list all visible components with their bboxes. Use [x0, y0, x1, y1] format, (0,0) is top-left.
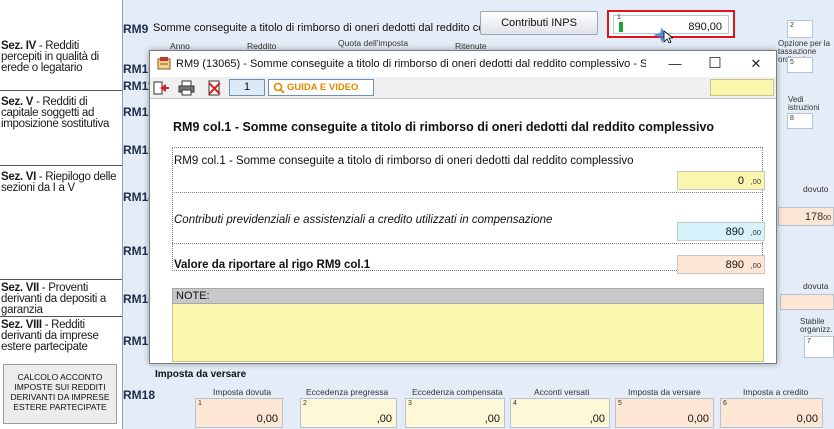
- dialog-body: RM9 col.1 - Somme conseguite a titolo di…: [150, 100, 776, 363]
- close-button[interactable]: ✕: [736, 51, 776, 77]
- field-value: ,00: [589, 413, 605, 425]
- app-window-icon: [157, 57, 171, 70]
- note-textarea[interactable]: [172, 304, 764, 362]
- section-iv-label: Sez. IV - Redditi percepiti in qualità d…: [1, 40, 99, 74]
- rm9-dialog: RM9 (13065) - Somme conseguite a titolo …: [149, 50, 777, 364]
- field-value: 0,00: [687, 413, 709, 425]
- row-code-rm9: RM9: [123, 22, 149, 36]
- field-number: 2: [790, 22, 794, 29]
- guida-label: GUIDA E VIDEO: [287, 82, 359, 93]
- rm18-label-imposta-da-versare: Imposta da versare: [628, 387, 701, 397]
- rm14-value: 178: [804, 211, 824, 223]
- dovuto-label: dovuto: [803, 184, 829, 194]
- vedi-istruzioni-label: Vedi istruzioni: [788, 95, 820, 112]
- rm18-acconti-versati-field[interactable]: 4,00: [510, 398, 610, 428]
- dovuta-label: dovuta: [803, 281, 829, 291]
- rm9-col2-field[interactable]: 2: [787, 20, 813, 38]
- rm18-imposta-da-versare-field[interactable]: 5 0,00: [615, 398, 714, 428]
- delete-page-icon[interactable]: [206, 80, 223, 96]
- field-number: 4: [513, 400, 517, 407]
- dialog-toolbar: 1 GUIDA E VIDEO: [150, 77, 776, 99]
- rm14-decimals: 00: [823, 215, 831, 222]
- row1-label: RM9 col.1 - Somme conseguite a titolo di…: [174, 155, 634, 167]
- rm18-label-imposta-a-credito: Imposta a credito: [743, 387, 809, 397]
- divider: [0, 279, 122, 280]
- rm16-field[interactable]: [780, 294, 834, 310]
- minimize-button[interactable]: —: [655, 51, 695, 77]
- field-number: 8: [790, 115, 794, 122]
- sections-sidebar: Sez. IV - Redditi percepiti in qualità d…: [0, 0, 122, 429]
- section-vii-label: Sez. VII - Proventi derivanti da deposit…: [1, 282, 106, 316]
- rm18-imposta-dovuta-field[interactable]: 1 0,00: [195, 398, 283, 428]
- guida-e-video-button[interactable]: GUIDA E VIDEO: [268, 79, 374, 96]
- page-number-field[interactable]: 1: [229, 79, 265, 96]
- rm18-label-eccedenza-compensata: Eccedenza compensata: [412, 387, 503, 397]
- rm18-eccedenza-compensata-field[interactable]: 3,00: [405, 398, 505, 428]
- section-vi-label: Sez. VI - Riepilogo delle sezioni da I a…: [1, 171, 117, 194]
- row1-decimals: ,00: [750, 177, 761, 186]
- field-number: 7: [807, 338, 811, 345]
- field-number: 5: [618, 400, 622, 407]
- rm18-imposta-a-credito-field[interactable]: 6 0,00: [720, 398, 823, 428]
- field-value: ,00: [484, 413, 500, 425]
- row2-value: 890: [725, 226, 744, 238]
- note-header: NOTE:: [172, 288, 764, 304]
- section-viii-label: Sez. VIII - Redditi derivanti da imprese…: [1, 319, 99, 353]
- row3-label: Valore da riportare al rigo RM9 col.1: [174, 259, 371, 271]
- row3-value-field: 890,00: [677, 255, 765, 274]
- row-code-rm18: RM18: [123, 388, 156, 402]
- row2-decimals: ,00: [750, 228, 761, 237]
- exit-icon[interactable]: [153, 80, 170, 96]
- field-number: 2: [303, 400, 307, 407]
- field-number: 6: [723, 400, 727, 407]
- row2-value-field[interactable]: 890,00: [677, 222, 765, 241]
- field-value: 0,00: [796, 413, 818, 425]
- imposta-da-versare-label: Imposta da versare: [155, 369, 247, 380]
- rm9-title: Somme conseguite a titolo di rimborso di…: [153, 22, 534, 34]
- row1-value-field[interactable]: 0,00: [677, 171, 765, 190]
- rm18-label-acconti-versati: Acconti versati: [534, 387, 590, 397]
- divider: [0, 165, 122, 166]
- stabile-field[interactable]: 7: [804, 336, 834, 358]
- field-number: 3: [408, 400, 412, 407]
- toolbar-info-field: [710, 79, 774, 96]
- field-value: ,00: [376, 413, 392, 425]
- stabile-label: Stabile organizz.: [800, 317, 833, 334]
- rm9-col1-value: 890,00: [688, 21, 722, 33]
- row3-decimals: ,00: [750, 261, 761, 270]
- field-number: 5: [790, 59, 794, 66]
- vedi-field[interactable]: 8: [787, 113, 813, 129]
- magnifier-icon: [273, 82, 285, 94]
- calcolo-acconto-button[interactable]: CALCOLO ACCONTO IMPOSTE SUI REDDITI DERI…: [3, 364, 117, 424]
- contributi-inps-button[interactable]: Contributi INPS: [480, 11, 598, 35]
- click-cursor-icon: [653, 27, 673, 43]
- field-value: 0,00: [256, 413, 278, 425]
- row2-label: Contributi previdenziali e assistenziali…: [174, 214, 553, 226]
- field-number: 1: [198, 400, 202, 407]
- rm18-label-imposta-dovuta: Imposta dovuta: [213, 387, 272, 397]
- row3-value: 890: [725, 259, 744, 271]
- rm14-imposta-field[interactable]: 17800: [778, 207, 834, 226]
- dialog-titlebar[interactable]: RM9 (13065) - Somme conseguite a titolo …: [150, 51, 776, 77]
- section-v-label: Sez. V - Redditi di capitale soggetti ad…: [1, 96, 110, 130]
- dialog-title: RM9 (13065) - Somme conseguite a titolo …: [176, 58, 646, 70]
- dialog-heading: RM9 col.1 - Somme conseguite a titolo di…: [173, 120, 715, 134]
- field-number: 1: [617, 14, 621, 21]
- divider: [0, 316, 122, 317]
- maximize-button[interactable]: ☐: [695, 51, 735, 77]
- row1-value: 0: [737, 175, 744, 187]
- rm18-eccedenza-pregressa-field[interactable]: 2,00: [300, 398, 397, 428]
- divider: [0, 90, 122, 91]
- status-indicator: [619, 22, 623, 32]
- row-divider: [172, 243, 763, 244]
- col-header-quota: Quota dell'imposta: [338, 38, 409, 48]
- opzione-field[interactable]: 5: [787, 57, 813, 73]
- row-divider: [172, 192, 763, 193]
- rm18-label-eccedenza-pregressa: Eccedenza pregressa: [306, 387, 389, 397]
- print-icon[interactable]: [178, 80, 195, 96]
